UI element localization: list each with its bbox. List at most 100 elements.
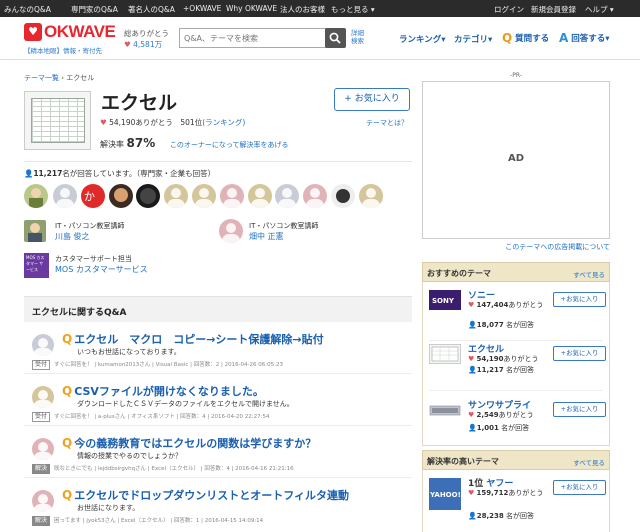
nav-answer[interactable]: A 回答する▾ — [559, 31, 610, 45]
expert-avatar[interactable] — [219, 219, 243, 243]
answerer-count: 28,238 — [476, 512, 504, 520]
topnav-item-expert[interactable]: 専門家のQ&A — [71, 4, 118, 15]
avatar[interactable] — [331, 184, 355, 208]
avatar[interactable] — [53, 184, 77, 208]
sanwa-thumbnail[interactable] — [429, 400, 461, 420]
breadcrumb-theme-list[interactable]: テーマ一覧 — [24, 74, 59, 82]
nav-ask[interactable]: Q 質問する — [502, 31, 549, 45]
thanks-count: 147,404 — [476, 301, 509, 309]
nav-ranking[interactable]: ランキング▾ — [399, 33, 446, 45]
avatar[interactable] — [248, 184, 272, 208]
topnav-item-why-okwave[interactable]: Why OKWAVE — [226, 4, 277, 13]
thanks-suffix: ありがとう — [508, 301, 544, 309]
avatar[interactable] — [32, 490, 54, 512]
yahoo-thumbnail[interactable]: YAHOO! — [429, 478, 461, 510]
chevron-right-icon: › — [61, 74, 65, 82]
what-is-theme-link[interactable]: テーマとは？ — [366, 118, 408, 128]
qa-list-item: Q CSVファイルが開けなくなりました。 ダウンロードしたＣＳＶデータのファイルを… — [24, 378, 412, 426]
search-input[interactable] — [180, 29, 320, 47]
avatar[interactable]: か — [81, 184, 105, 208]
sony-thumbnail[interactable]: SONY — [429, 290, 461, 310]
mos-logo[interactable]: MOS カスタマー サービス — [24, 253, 49, 278]
avatar[interactable] — [24, 184, 48, 208]
qa-list-item: Q エクセル マクロ コピー→シート保護解除→貼付 いつもお世話になっております。… — [24, 326, 412, 374]
expert-role: カスタマーサポート担当 — [55, 255, 132, 263]
add-favorite-button[interactable]: +お気に入り — [553, 292, 606, 307]
topnav-item-celebrity[interactable]: 著名人のQ&A — [128, 4, 175, 15]
okwave-logo[interactable]: ♥ OKWAVE — [24, 23, 116, 41]
qa-title-link[interactable]: Q CSVファイルが開けなくなりました。 — [62, 383, 264, 399]
topnav-item-more[interactable]: もっと見る ▾ — [331, 4, 375, 15]
avatar[interactable] — [359, 184, 383, 208]
expert-role: IT・パソコン教室講師 — [249, 222, 319, 230]
caret-down-icon: ▾ — [609, 5, 614, 14]
login-link[interactable]: ログイン — [494, 4, 524, 15]
see-all-link[interactable]: すべて見る — [573, 457, 605, 467]
theme-name-link[interactable]: 1位 ヤフー — [468, 476, 513, 489]
add-favorite-button[interactable]: + お気に入り — [334, 88, 410, 111]
theme-name-link[interactable]: ソニー — [468, 288, 495, 301]
q-icon: Q — [62, 488, 73, 502]
expert-name[interactable]: 川島 俊之 — [55, 231, 124, 242]
topnav-item-minna[interactable]: みんなのQ&A — [4, 4, 51, 15]
add-favorite-button[interactable]: +お気に入り — [553, 402, 606, 417]
qa-title-link[interactable]: Q エクセル マクロ コピー→シート保護解除→貼付 — [62, 331, 324, 347]
topnav-item-business[interactable]: 法人のお客様 — [280, 4, 325, 15]
nav-category[interactable]: カテゴリ▾ — [454, 33, 492, 45]
status-badge: 受付 — [32, 360, 51, 370]
solve-rate-value: 87 — [126, 136, 144, 150]
status-badge: 解決 — [32, 464, 51, 474]
expert-name[interactable]: 畑中 正憲 — [249, 231, 318, 242]
avatar[interactable] — [109, 184, 133, 208]
qa-meta-text: 既なときにでも | lejddbsirgvhqさん | Excel（エクセル） … — [54, 466, 294, 472]
pr-label: -PR- — [510, 72, 522, 79]
register-link[interactable]: 新規会員登録 — [531, 4, 576, 15]
theme-name-link[interactable]: サンワサプライ — [468, 398, 531, 411]
excel-thumbnail[interactable] — [429, 344, 461, 364]
avatar[interactable] — [164, 184, 188, 208]
answerer-count: 18,077 — [476, 321, 504, 329]
become-owner-link[interactable]: このオーナーになって解決率をあげる — [170, 141, 289, 149]
thanks-count: 2,549 — [476, 411, 499, 419]
expert-name[interactable]: MOS カスタマーサービス — [55, 264, 148, 275]
avatar[interactable] — [192, 184, 216, 208]
avatar[interactable] — [275, 184, 299, 208]
avatar[interactable] — [220, 184, 244, 208]
answerer-suffix: 名が回答 — [505, 366, 534, 374]
logo-subtitle[interactable]: 【精本地眼】情報・寄付先 — [24, 45, 102, 55]
avatar[interactable] — [32, 386, 54, 408]
answerer-count: 1,001 — [476, 424, 499, 432]
advanced-search-link[interactable]: 詳細 検索 — [351, 29, 364, 45]
ad-info-link[interactable]: このテーマへの広告掲載について — [422, 242, 610, 252]
heart-icon: ♥ — [468, 355, 475, 363]
answerer-count-value: 11,217 — [33, 169, 63, 178]
qa-title-link[interactable]: Q エクセルでドロップダウンリストとオートフィルタ連動 — [62, 487, 349, 503]
theme-row-yahoo: YAHOO! 1位 ヤフー ♥ 159,712ありがとう 👤28,238 名が回… — [423, 470, 609, 530]
expert-avatar[interactable] — [24, 220, 46, 242]
qa-title-link[interactable]: Q 今の義務教育ではエクセルの関数は学びますか？ — [62, 435, 316, 451]
theme-name-link[interactable]: エクセル — [468, 342, 504, 355]
ad-slot[interactable]: AD — [422, 81, 610, 239]
top-nav: みんなのQ&A 専門家のQ&A 著名人のQ&A +OKWAVE Why OKWA… — [0, 0, 640, 17]
avatar[interactable] — [136, 184, 160, 208]
add-favorite-button[interactable]: +お気に入り — [553, 346, 606, 361]
q-icon: Q — [62, 384, 73, 398]
avatar[interactable] — [303, 184, 327, 208]
arigatou-label: 総ありがとう — [124, 29, 169, 38]
search-button[interactable] — [325, 28, 346, 48]
theme-thumbnail — [24, 91, 91, 150]
theme-thanks-stats: ♥ 54,190ありがとう 501位(ランキング) — [100, 117, 245, 128]
answerer-count-text: 名が回答しています。（専門家・企業も回答） — [62, 169, 216, 178]
caret-down-icon: ▾ — [370, 5, 375, 14]
avatar[interactable] — [32, 334, 54, 356]
topnav-item-plus-okwave[interactable]: +OKWAVE — [183, 4, 221, 13]
person-icon: 👤 — [468, 321, 477, 329]
answerer-count: 👤11,217名が回答しています。（専門家・企業も回答） — [24, 168, 215, 179]
help-link[interactable]: ヘルプ ▾ — [585, 4, 614, 15]
ranking-link[interactable]: (ランキング) — [202, 118, 245, 127]
heart-icon: ♥ — [100, 118, 107, 127]
add-favorite-button[interactable]: +お気に入り — [553, 480, 606, 495]
see-all-link[interactable]: すべて見る — [573, 269, 605, 279]
breadcrumb-current: エクセル — [66, 74, 95, 82]
avatar[interactable] — [32, 438, 54, 460]
